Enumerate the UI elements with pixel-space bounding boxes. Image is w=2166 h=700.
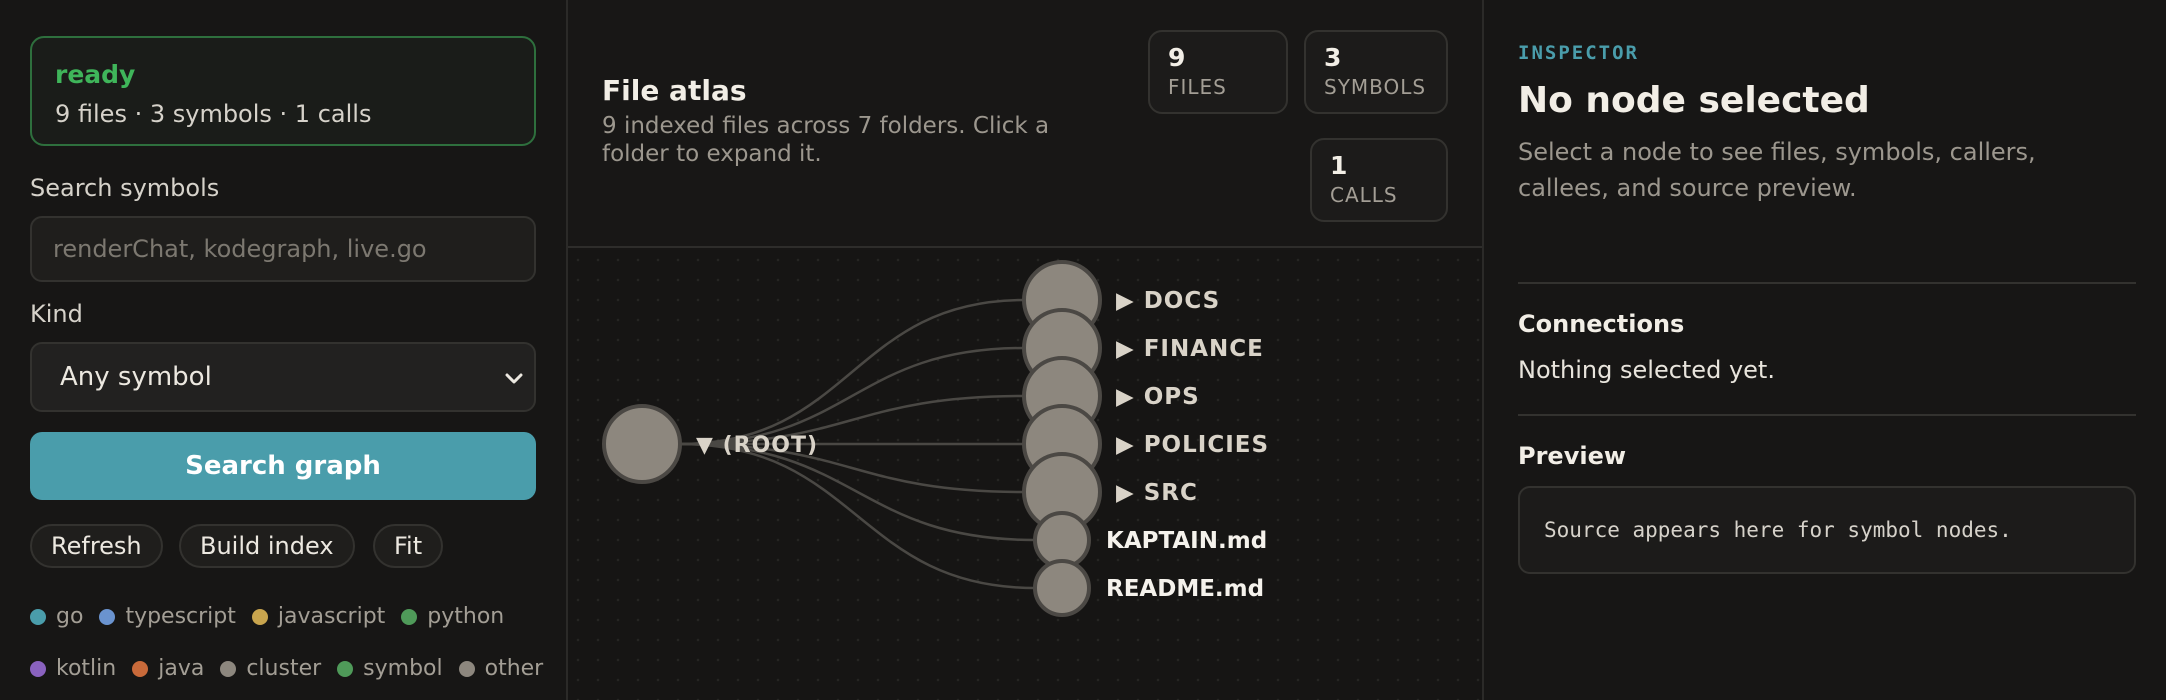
legend-item-javascript: javascript: [251, 604, 386, 629]
graph-edge: [679, 298, 1025, 446]
kind-select-value: Any symbol: [60, 362, 212, 392]
graph-node-label[interactable]: ▼ (ROOT): [696, 433, 818, 458]
legend: go typescript javascript python: [30, 604, 520, 629]
fit-button[interactable]: Fit: [373, 524, 444, 568]
graph-svg: ▼ (ROOT) ▶ DOCS ▶ FINANCE ▶ OPS ▶ POLICIES ▶ …: [602, 260, 1269, 617]
search-input[interactable]: [30, 216, 536, 282]
chevron-down-icon: [505, 373, 523, 384]
inspector-eyebrow: INSPECTOR: [1518, 42, 1639, 64]
connections-empty-text: Nothing selected yet.: [1518, 356, 1775, 384]
legend-label: cluster: [246, 656, 322, 681]
graph-node-root[interactable]: [602, 404, 682, 484]
legend-label: python: [427, 604, 505, 629]
graph-node-file[interactable]: [1033, 559, 1091, 617]
graph-folder-label[interactable]: ▶ FINANCE: [1116, 336, 1264, 362]
legend-dot-icon: [401, 608, 418, 625]
source-preview-text: Source appears here for symbol nodes.: [1544, 518, 2012, 542]
legend-dot-icon: [337, 660, 354, 677]
stat-calls: 1 CALLS: [1310, 138, 1448, 222]
connections-title: Connections: [1518, 310, 1685, 338]
search-graph-button[interactable]: Search graph: [30, 432, 536, 500]
atlas-header: File atlas 9 indexed files across 7 fold…: [568, 0, 1482, 248]
graph-folder-label[interactable]: ▶ DOCS: [1116, 288, 1220, 314]
refresh-button[interactable]: Refresh: [30, 524, 163, 568]
divider: [1518, 282, 2136, 284]
legend-dot-icon: [30, 660, 46, 677]
stat-value: 1: [1330, 151, 1348, 180]
legend-dot-icon: [458, 660, 475, 677]
stat-symbols: 3 SYMBOLS: [1304, 30, 1448, 114]
stat-label: CALLS: [1330, 183, 1398, 207]
legend-label: symbol: [363, 656, 443, 681]
source-preview: Source appears here for symbol nodes.: [1518, 486, 2136, 574]
legend-item-symbol: symbol: [337, 656, 443, 681]
graph-folder-label[interactable]: ▶ POLICIES: [1116, 432, 1269, 458]
legend-label: other: [484, 656, 544, 681]
stat-label: FILES: [1168, 75, 1227, 99]
stat-value: 3: [1324, 43, 1342, 72]
legend-item-python: python: [401, 604, 504, 629]
legend-item-other: other: [458, 656, 544, 681]
legend-item-cluster: cluster: [220, 656, 321, 681]
status-card: ready 9 files · 3 symbols · 1 calls: [30, 36, 536, 146]
search-label: Search symbols: [30, 174, 220, 202]
divider: [1518, 414, 2136, 416]
legend-dot-icon: [220, 660, 237, 677]
legend-dot-icon: [132, 660, 149, 677]
graph-edge: [679, 346, 1025, 446]
kind-select[interactable]: Any symbol: [30, 342, 536, 412]
legend-item-java: java: [132, 656, 204, 681]
graph-file-label[interactable]: KAPTAIN.md: [1106, 528, 1267, 554]
legend-dot-icon: [251, 608, 268, 625]
build-index-button[interactable]: Build index: [179, 524, 355, 568]
legend-label: kotlin: [56, 656, 117, 681]
legend-item-typescript: typescript: [99, 604, 236, 629]
status-text: ready: [55, 60, 136, 89]
page-title: File atlas: [602, 74, 747, 107]
page-subtitle: 9 indexed files across 7 folders. Click …: [602, 113, 1050, 167]
legend-dot-icon: [30, 608, 46, 625]
legend-item-kotlin: kotlin: [30, 656, 116, 681]
stat-files: 9 FILES: [1148, 30, 1288, 114]
graph-node-file[interactable]: [1033, 511, 1091, 569]
sidebar: ready 9 files · 3 symbols · 1 calls Sear…: [0, 0, 568, 700]
legend-label: go: [56, 604, 84, 629]
preview-title: Preview: [1518, 442, 1627, 470]
stat-value: 9: [1168, 43, 1186, 72]
graph-file-label[interactable]: README.md: [1106, 576, 1264, 602]
index-summary: 9 files · 3 symbols · 1 calls: [55, 100, 372, 128]
kind-label: Kind: [30, 300, 83, 328]
graph-canvas[interactable]: ▼ (ROOT) ▶ DOCS ▶ FINANCE ▶ OPS ▶ POLICIES ▶ …: [568, 250, 1482, 700]
inspector-panel: INSPECTOR No node selected Select a node…: [1482, 0, 2166, 700]
graph-edge: [679, 442, 1036, 590]
legend: kotlin java cluster symbol other: [30, 656, 559, 681]
legend-label: typescript: [125, 604, 236, 629]
inspector-title: No node selected: [1518, 80, 1870, 121]
legend-label: javascript: [277, 604, 386, 629]
graph-folder-label[interactable]: ▶ OPS: [1116, 384, 1200, 410]
legend-item-go: go: [30, 604, 83, 629]
file-atlas-panel: File atlas 9 indexed files across 7 fold…: [568, 0, 1482, 700]
graph-folder-label[interactable]: ▶ SRC: [1116, 480, 1198, 506]
stat-label: SYMBOLS: [1324, 75, 1427, 99]
legend-label: java: [158, 656, 205, 681]
inspector-hint: Select a node to see files, symbols, cal…: [1518, 138, 2036, 202]
legend-dot-icon: [99, 608, 116, 625]
